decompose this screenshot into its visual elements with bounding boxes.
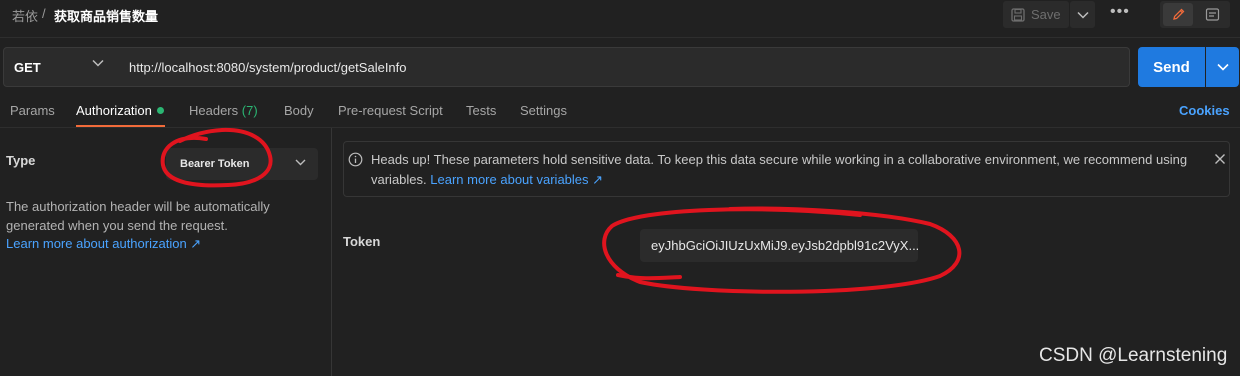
tab-settings[interactable]: Settings — [520, 103, 567, 118]
tab-params[interactable]: Params — [10, 103, 55, 118]
request-name[interactable]: 获取商品销售数量 — [54, 6, 158, 25]
save-options-button[interactable] — [1070, 1, 1095, 28]
tab-label: Tests — [466, 103, 497, 118]
tab-pre-request-script[interactable]: Pre-request Script — [338, 103, 443, 118]
document-icon — [1205, 8, 1219, 21]
panel-divider[interactable] — [331, 128, 332, 376]
documentation-button[interactable] — [1200, 3, 1224, 26]
token-input[interactable]: eyJhbGciOiJIUzUxMiJ9.eyJsb2dpbl91c2VyX..… — [640, 229, 918, 262]
token-value: eyJhbGciOiJIUzUxMiJ9.eyJsb2dpbl91c2VyX..… — [651, 238, 918, 253]
method-select[interactable]: GET — [3, 47, 118, 87]
token-label: Token — [343, 234, 381, 249]
send-button[interactable]: Send — [1138, 47, 1205, 87]
tab-body[interactable]: Body — [284, 103, 314, 118]
active-tab-indicator — [76, 125, 165, 127]
url-input[interactable]: http://localhost:8080/system/product/get… — [117, 47, 1130, 87]
save-button[interactable]: Save — [1003, 1, 1069, 28]
send-options-button[interactable] — [1206, 47, 1239, 87]
variables-learn-more-link[interactable]: Learn more about variables ↗ — [430, 172, 603, 187]
tab-label: Headers — [189, 103, 239, 118]
auth-learn-more-link[interactable]: Learn more about authorization ↗ — [6, 236, 201, 252]
chevron-down-icon — [295, 159, 306, 166]
watermark: CSDN @Learnstening — [1039, 345, 1228, 366]
tab-label: Settings — [520, 103, 567, 118]
info-icon — [348, 152, 363, 167]
save-label: Save — [1031, 7, 1061, 22]
auth-help-text: The authorization header will be automat… — [6, 199, 270, 233]
breadcrumb-collection[interactable]: 若依 — [12, 6, 38, 25]
edit-button[interactable] — [1163, 3, 1193, 26]
breadcrumb-separator: / — [42, 6, 46, 21]
send-label: Send — [1153, 58, 1190, 76]
chevron-down-icon — [1076, 11, 1089, 19]
tab-label: Pre-request Script — [338, 103, 443, 118]
cookies-link[interactable]: Cookies — [1179, 103, 1230, 118]
more-actions-button[interactable]: ••• — [1110, 3, 1130, 21]
tab-authorization[interactable]: Authorization — [76, 103, 164, 118]
tab-label: Params — [10, 103, 55, 118]
tabs-divider — [0, 127, 1240, 128]
chevron-down-icon — [92, 59, 104, 67]
pencil-icon — [1172, 8, 1184, 20]
save-icon — [1011, 7, 1025, 22]
chevron-down-icon — [1216, 63, 1229, 71]
method-value: GET — [14, 59, 41, 75]
headers-count: (7) — [241, 103, 258, 118]
notice-text: Heads up! These parameters hold sensitiv… — [371, 150, 1201, 190]
tab-label: Body — [284, 103, 314, 118]
auth-type-label: Type — [6, 153, 36, 168]
status-dot — [156, 107, 164, 114]
tab-label: Authorization — [76, 103, 152, 118]
close-icon[interactable] — [1213, 152, 1227, 166]
url-value: http://localhost:8080/system/product/get… — [129, 59, 407, 75]
auth-type-value: Bearer Token — [180, 158, 250, 170]
tab-tests[interactable]: Tests — [466, 103, 496, 118]
tab-headers[interactable]: Headers (7) — [189, 103, 258, 118]
